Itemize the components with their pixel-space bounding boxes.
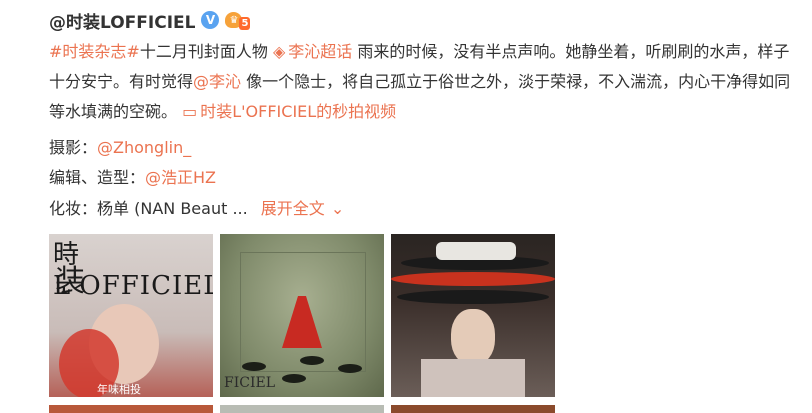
magazine-masthead-cn: 装	[55, 264, 85, 299]
credit-label: 摄影：	[49, 138, 98, 157]
video-link[interactable]: ▭ 时装L'OFFICIEL的秒拍视频	[182, 102, 396, 121]
post-image-5[interactable]	[220, 405, 384, 413]
credit-row-makeup: 化妆：杨单 (NAN Beaut ... 展开全文 ⌄	[49, 194, 344, 224]
expand-button[interactable]: 展开全文 ⌄	[261, 199, 344, 218]
credit-row-photo: 摄影：@Zhonglin_	[49, 133, 191, 163]
portrait-face	[451, 309, 495, 365]
video-icon: ▭	[182, 102, 198, 121]
credit-mention[interactable]: @Zhonglin_	[97, 138, 191, 157]
post-text: #时装杂志#十二月刊封面人物 ◈ 李沁超话 雨来的时候，没有半点声响。她静坐着，听…	[49, 37, 799, 127]
credit-value: 杨单 (NAN Beaut ...	[97, 199, 248, 218]
diamond-icon: ◈	[272, 42, 286, 61]
post-header: @时装LOFFICIEL V ♛ 5	[49, 6, 251, 34]
hat-brim	[397, 290, 549, 304]
level-badge: ♛ 5	[225, 11, 251, 30]
post-image-2[interactable]: FICIEL	[220, 234, 384, 397]
credit-row-stylist: 编辑、造型：@浩正HZ	[49, 163, 216, 193]
supertopic-label: 李沁超话	[288, 42, 353, 61]
magazine-masthead: FICIEL	[224, 375, 276, 391]
expand-label: 展开全文	[260, 199, 325, 218]
credit-label: 化妆：	[49, 199, 98, 218]
level-number: 5	[239, 16, 251, 30]
chevron-down-icon: ⌄	[330, 199, 345, 218]
text-segment: 十二月刊封面人物	[139, 42, 268, 61]
hat-crown-white	[436, 242, 516, 260]
cover-caption: 年味相投	[97, 383, 141, 396]
v-badge-icon: V	[201, 11, 220, 29]
patterned-sweater	[421, 359, 525, 397]
floor-hole	[282, 374, 306, 383]
floor-hole	[242, 362, 266, 371]
credit-label: 编辑、造型：	[49, 168, 146, 187]
credit-mention[interactable]: @浩正HZ	[145, 168, 216, 187]
floor-hole	[300, 356, 324, 365]
hat-brim-red	[391, 272, 555, 286]
post-image-6[interactable]	[391, 405, 555, 413]
author-name[interactable]: @时装LOFFICIEL	[49, 8, 195, 33]
post-image-3[interactable]	[391, 234, 555, 397]
post-image-1[interactable]: 時 L'OFFICIEL 装 年味相投	[49, 234, 213, 397]
hashtag-link[interactable]: #时装杂志#	[49, 42, 140, 61]
floor-hole	[338, 364, 362, 373]
post-image-4[interactable]	[49, 405, 213, 413]
video-link-label: 时装L'OFFICIEL的秒拍视频	[200, 102, 397, 121]
supertopic-link[interactable]: ◈ 李沁超话	[273, 42, 352, 61]
mention-link[interactable]: @李沁	[193, 72, 241, 91]
